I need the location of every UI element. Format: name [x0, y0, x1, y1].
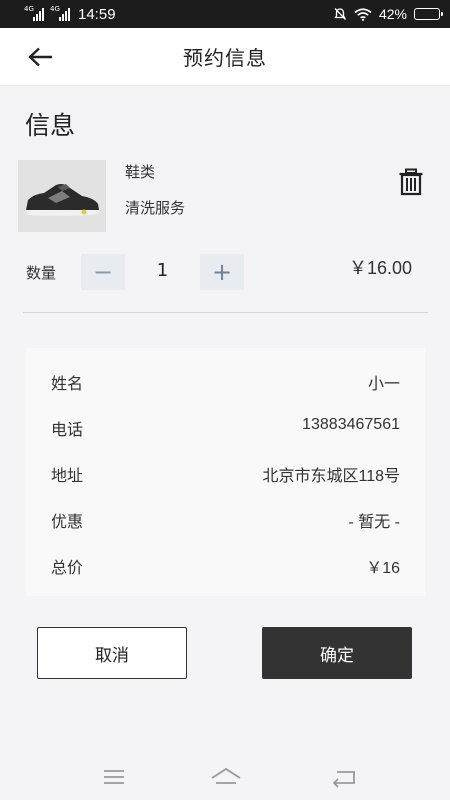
product-name: 鞋类 — [125, 163, 156, 181]
info-value: 北京市东城区118号 — [262, 468, 400, 485]
confirm-button[interactable]: 确定 — [262, 627, 412, 679]
home-button[interactable] — [210, 766, 242, 788]
menu-icon — [104, 770, 124, 784]
divider — [23, 312, 428, 313]
menu-button[interactable] — [101, 766, 127, 788]
info-value: 13883467561 — [302, 416, 400, 433]
decrease-quantity-button[interactable]: − — [81, 254, 125, 290]
status-time: 14:59 — [78, 5, 116, 23]
battery-percent: 42% — [378, 6, 407, 22]
info-value: 小一 — [367, 376, 400, 393]
info-row-address: 地址 北京市东城区118号 — [51, 462, 400, 486]
product-service: 清洗服务 — [125, 199, 186, 217]
increase-quantity-button[interactable]: + — [200, 254, 244, 290]
back-button[interactable] — [26, 43, 56, 71]
info-label: 电话 — [51, 420, 84, 439]
cancel-button[interactable]: 取消 — [37, 627, 187, 679]
status-bar: 4G 4G 14:59 42% — [0, 0, 450, 28]
info-row-total: 总价 ￥16 — [51, 554, 400, 578]
info-label: 总价 — [51, 558, 84, 577]
info-label: 优惠 — [51, 512, 84, 531]
order-info-card: 姓名 小一 电话 13883467561 地址 北京市东城区118号 优惠 - … — [26, 348, 425, 596]
info-value: - 暂无 - — [348, 514, 400, 531]
top-navigation-bar: 预约信息 — [0, 28, 450, 86]
signal-icon-2: 4G — [50, 5, 70, 21]
arrow-left-icon — [28, 47, 52, 67]
return-icon — [332, 771, 355, 788]
signal-icon: 4G — [24, 5, 44, 21]
status-right: 42% — [333, 6, 443, 22]
info-label: 地址 — [51, 466, 84, 485]
trash-icon — [399, 168, 423, 196]
info-row-discount: 优惠 - 暂无 - — [51, 508, 400, 532]
network-type-1: 4G — [24, 5, 34, 13]
home-icon — [211, 767, 241, 784]
product-image — [18, 160, 106, 232]
battery-icon — [414, 8, 443, 20]
info-label: 姓名 — [51, 374, 84, 393]
info-row-name: 姓名 小一 — [51, 370, 400, 394]
section-title: 信息 — [25, 111, 76, 140]
page-title: 预约信息 — [183, 46, 267, 70]
mute-icon — [334, 8, 346, 20]
sneaker-image — [18, 160, 106, 232]
quantity-value: 1 — [156, 260, 169, 281]
info-value: ￥16 — [366, 560, 400, 577]
system-back-button[interactable] — [331, 766, 357, 788]
network-type-2: 4G — [50, 5, 60, 13]
delete-button[interactable] — [398, 168, 424, 196]
item-price: ￥16.00 — [348, 258, 412, 278]
quantity-label: 数量 — [26, 264, 57, 282]
system-navigation-bar — [0, 755, 450, 800]
wifi-icon — [354, 7, 372, 21]
info-row-phone: 电话 13883467561 — [51, 416, 400, 440]
